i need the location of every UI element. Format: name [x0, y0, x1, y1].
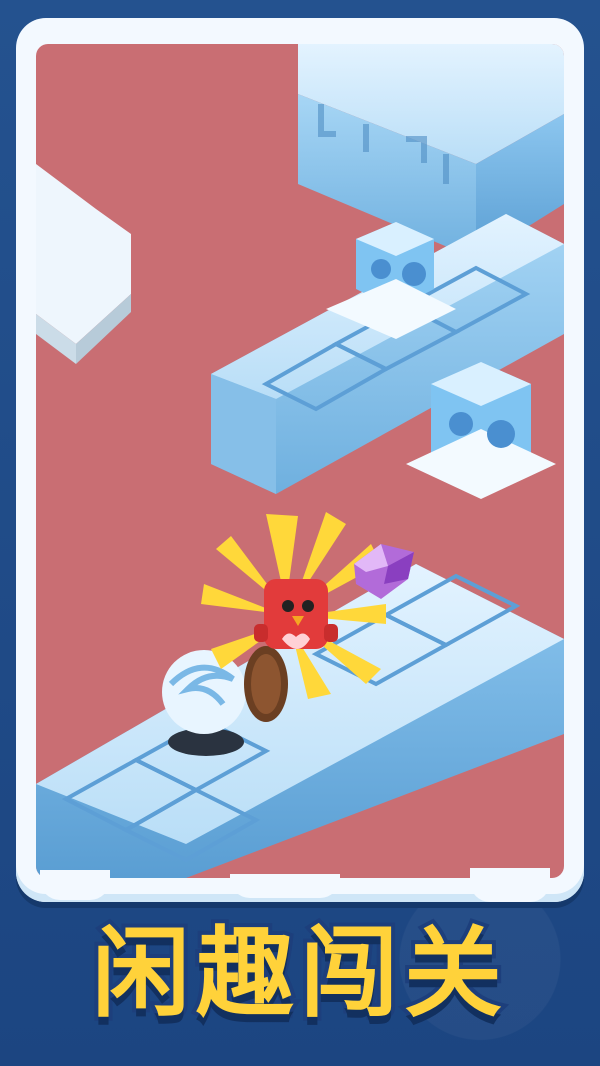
title-banner: 闲趣闯关 — [0, 890, 600, 1040]
snow-platform — [36, 164, 131, 364]
game-scene — [36, 44, 564, 878]
title-text: 闲趣闯关 — [88, 913, 508, 1035]
game-screen[interactable] — [36, 44, 564, 878]
wooden-shield — [244, 646, 288, 722]
whirlwind-trap — [162, 650, 246, 756]
red-bird-player — [254, 579, 338, 649]
